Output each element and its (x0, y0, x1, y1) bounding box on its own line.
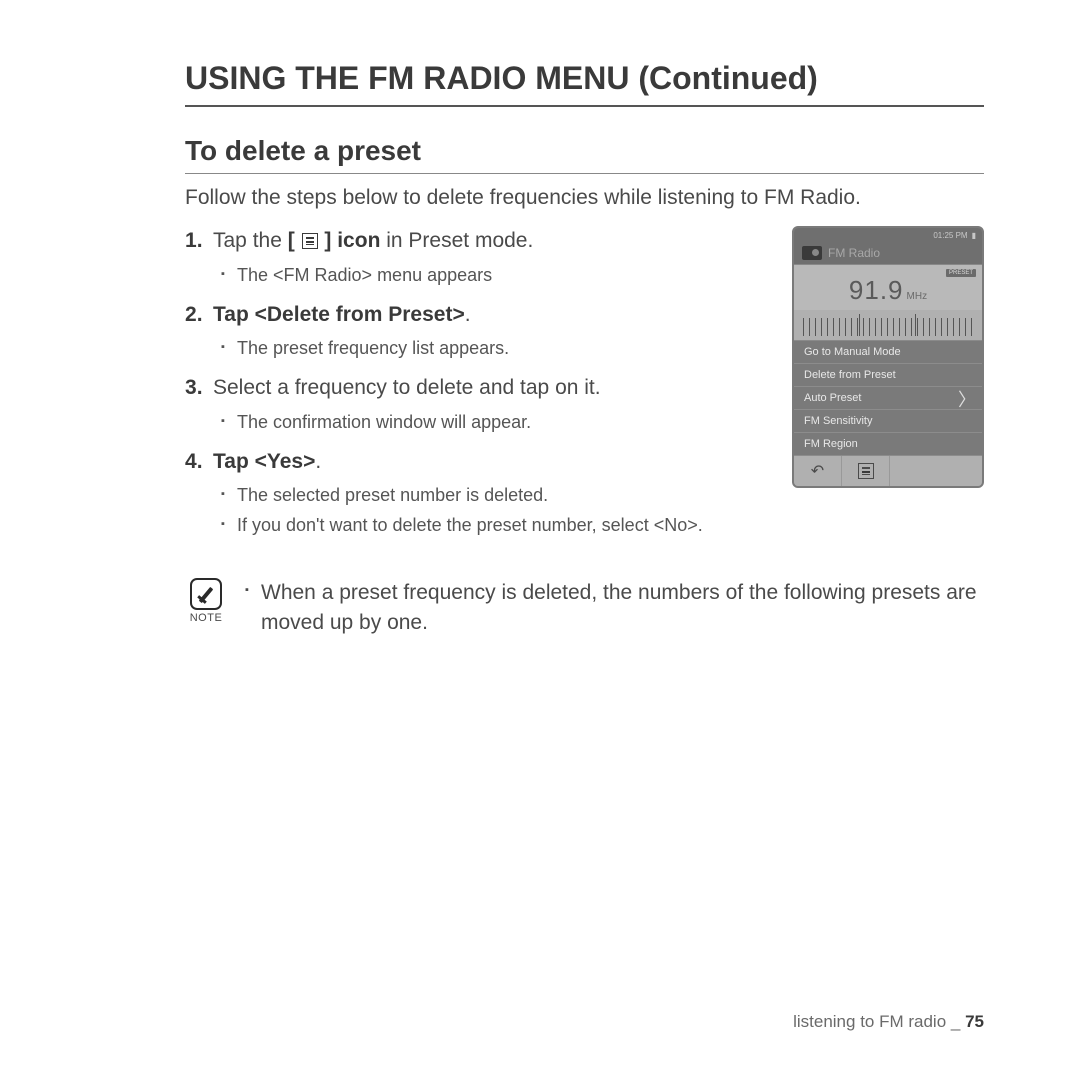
dial-ticks (803, 318, 972, 336)
device-frequency-area: PRESET 91.9MHz (794, 265, 982, 310)
device-dial (794, 310, 982, 340)
device-status-bar: 01:25 PM ▮ (794, 228, 982, 242)
frequency-unit: MHz (907, 291, 928, 302)
frequency-value: 91.9 (849, 275, 904, 305)
step-suffix: . (465, 303, 471, 326)
note-label: NOTE (185, 612, 227, 624)
step-sub: If you don't want to delete the preset n… (221, 512, 766, 538)
note-text: When a preset frequency is deleted, the … (245, 578, 984, 637)
step-suffix: in Preset mode. (380, 229, 533, 252)
step-2: Tap <Delete from Preset>. The preset fre… (185, 300, 766, 361)
battery-icon: ▮ (972, 231, 976, 240)
page-footer: listening to FM radio _ 75 (793, 1012, 984, 1032)
back-button[interactable]: ↶ (794, 456, 842, 486)
device-illustration: 01:25 PM ▮ FM Radio PRESET 91.9MHz Go to… (792, 226, 984, 488)
step-sub: The <FM Radio> menu appears (221, 262, 766, 288)
step-text: Tap the (213, 229, 288, 252)
device-title-bar: FM Radio (794, 242, 982, 265)
step-3: Select a frequency to delete and tap on … (185, 373, 766, 434)
device-menu-item[interactable]: Go to Manual Mode (794, 341, 982, 364)
device-menu-item[interactable]: FM Sensitivity (794, 410, 982, 433)
device-menu-item[interactable]: FM Region (794, 433, 982, 456)
step-4: Tap <Yes>. The selected preset number is… (185, 447, 766, 539)
step-sub-list: The confirmation window will appear. (221, 409, 766, 435)
step-text: Select a frequency to delete and tap on … (213, 376, 601, 399)
step-suffix: . (315, 450, 321, 473)
radio-icon (802, 246, 822, 260)
preset-badge: PRESET (946, 269, 976, 277)
device-menu: Go to Manual Mode Delete from Preset Aut… (794, 340, 982, 456)
device-menu-item[interactable]: Delete from Preset (794, 364, 982, 387)
device-title: FM Radio (828, 246, 880, 260)
menu-button[interactable] (842, 456, 890, 486)
step-bold: Tap <Yes> (213, 450, 315, 473)
step-bold: Tap <Delete from Preset> (213, 303, 465, 326)
menu-icon (302, 233, 318, 249)
status-time: 01:25 PM (933, 231, 967, 240)
page-number: 75 (965, 1012, 984, 1031)
step-bold: [ ] icon (288, 229, 381, 252)
chevron-right-icon[interactable]: 〉 (958, 386, 976, 412)
device-bottom-bar: ↶ (794, 456, 982, 486)
steps-column: Tap the [ ] icon in Preset mode. The <FM… (185, 226, 766, 550)
note-block: NOTE When a preset frequency is deleted,… (185, 578, 984, 637)
device-menu-item[interactable]: Auto Preset (794, 387, 982, 410)
section-heading: To delete a preset (185, 135, 984, 174)
step-list: Tap the [ ] icon in Preset mode. The <FM… (185, 226, 766, 538)
step-sub: The confirmation window will appear. (221, 409, 766, 435)
footer-text: listening to FM radio _ (793, 1012, 960, 1031)
step-sub: The selected preset number is deleted. (221, 482, 766, 508)
note-icon (190, 578, 222, 610)
note-icon-wrap: NOTE (185, 578, 227, 624)
step-sub-list: The preset frequency list appears. (221, 335, 766, 361)
step-sub-list: The <FM Radio> menu appears (221, 262, 766, 288)
step-sub: The preset frequency list appears. (221, 335, 766, 361)
menu-icon (858, 463, 874, 479)
content-row: Tap the [ ] icon in Preset mode. The <FM… (185, 226, 984, 550)
step-1: Tap the [ ] icon in Preset mode. The <FM… (185, 226, 766, 287)
step-sub-list: The selected preset number is deleted. I… (221, 482, 766, 538)
intro-text: Follow the steps below to delete frequen… (185, 184, 984, 212)
page-heading: USING THE FM RADIO MENU (Continued) (185, 60, 984, 107)
